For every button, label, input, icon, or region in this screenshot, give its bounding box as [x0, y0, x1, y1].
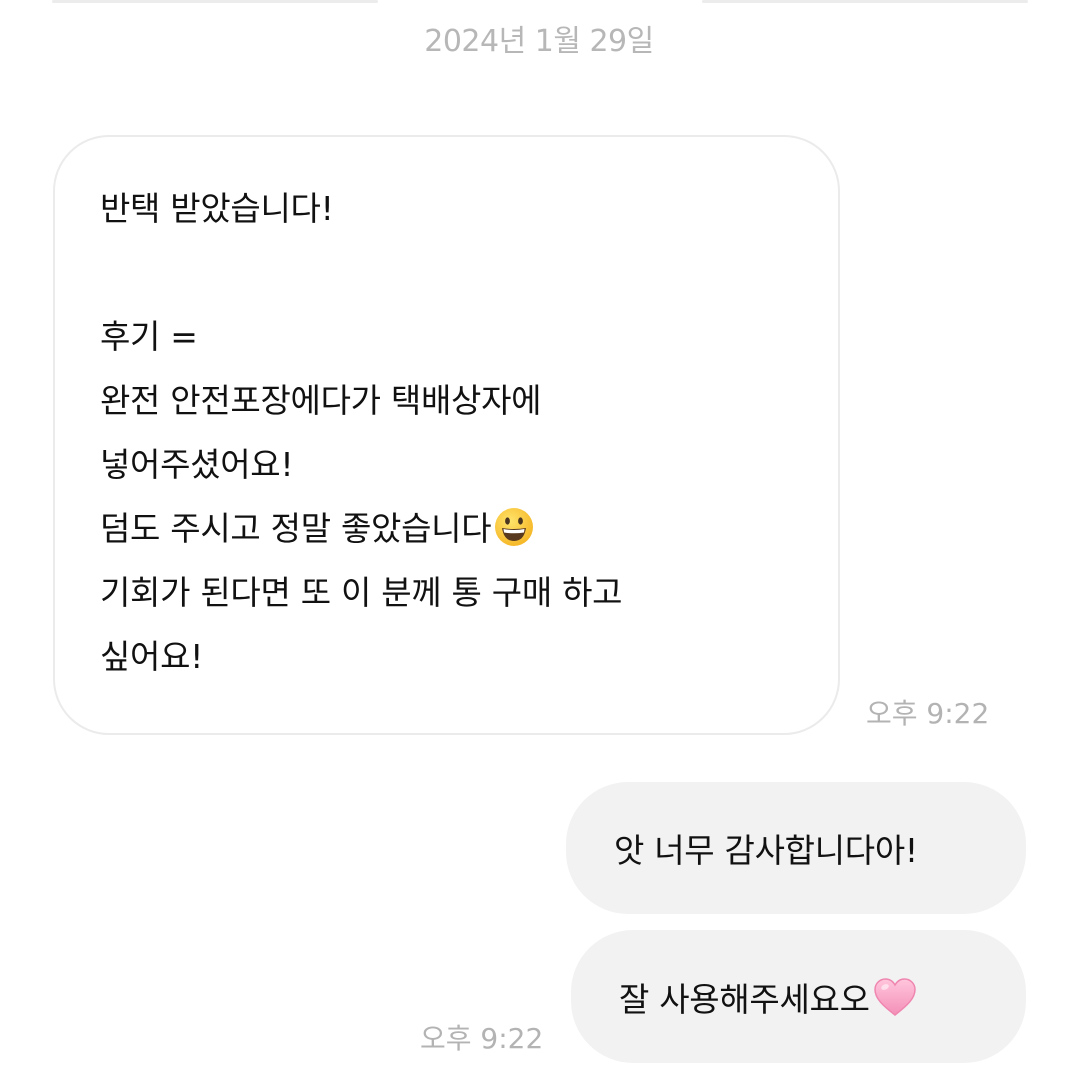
- outgoing-message-text: 앗 너무 감사합니다아!: [614, 831, 918, 870]
- chat-thread: 2024년 1월 29일 반택 받았습니다! 후기 = 완전 안전포장에다가 택…: [0, 0, 1078, 1078]
- message-line: 기회가 된다면 또 이 분께 통 구매 하고: [100, 573, 623, 612]
- message-line: 싶어요!: [100, 637, 204, 676]
- message-line: 완전 안전포장에다가 택배상자에: [100, 381, 542, 420]
- date-divider-right: [702, 0, 1028, 3]
- date-divider-left: [52, 0, 378, 3]
- incoming-message-time: 오후 9:22: [866, 697, 990, 730]
- message-line: 후기 =: [100, 317, 198, 356]
- date-label: 2024년 1월 29일: [424, 24, 654, 59]
- incoming-message-bubble[interactable]: 반택 받았습니다! 후기 = 완전 안전포장에다가 택배상자에 넣어주셨어요! …: [53, 135, 840, 735]
- date-separator: 2024년 1월 29일: [0, 0, 1078, 70]
- pink-heart-emoji-icon: [873, 977, 916, 1016]
- outgoing-message-text: 잘 사용해주세요오: [619, 979, 870, 1019]
- message-line-blank: [100, 241, 838, 305]
- message-line-text: 덤도 주시고 정말 좋았습니다: [100, 509, 492, 548]
- outgoing-message-bubble[interactable]: 앗 너무 감사합니다아!: [566, 782, 1026, 914]
- message-line: 반택 받았습니다!: [100, 189, 334, 228]
- outgoing-message-bubble[interactable]: 잘 사용해주세요오: [571, 930, 1026, 1063]
- outgoing-message-time: 오후 9:22: [420, 1022, 544, 1055]
- message-line: 넣어주셨어요!: [100, 445, 294, 484]
- message-line-with-emoji: 덤도 주시고 정말 좋았습니다: [100, 497, 838, 561]
- grinning-face-emoji-icon: [495, 508, 534, 546]
